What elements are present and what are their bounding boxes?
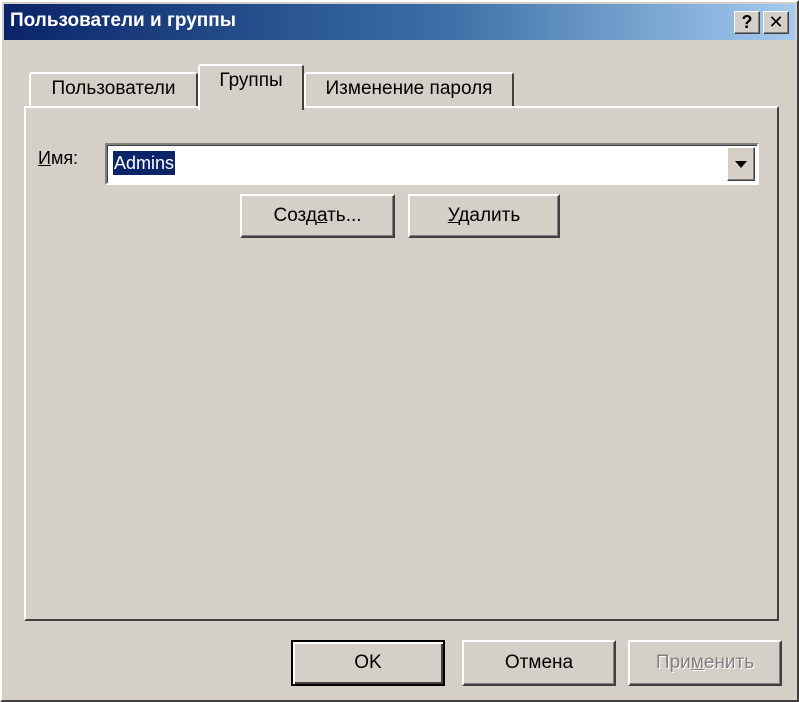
tab-groups[interactable]: Группы: [198, 64, 304, 110]
cancel-button[interactable]: Отмена: [462, 640, 616, 686]
delete-label-accel: У: [447, 205, 459, 226]
group-name-value[interactable]: Admins: [113, 151, 176, 175]
close-button[interactable]: ✕: [763, 11, 789, 34]
window-title: Пользователи и группы: [10, 10, 236, 31]
users-groups-dialog: Пользователи и группы ? ✕ Пользователи Г…: [0, 0, 799, 702]
group-name-label-accel: И: [38, 148, 51, 168]
create-label-post: ть...: [327, 205, 362, 226]
group-name-label: Имя:: [38, 148, 78, 169]
group-name-combobox[interactable]: Admins: [105, 143, 759, 185]
apply-label-pre: При: [655, 652, 691, 673]
chevron-down-icon: [735, 161, 747, 168]
close-icon: ✕: [768, 12, 784, 32]
delete-group-button[interactable]: Удалить: [408, 194, 560, 238]
group-name-label-rest: мя:: [50, 148, 79, 168]
help-icon: ?: [741, 12, 753, 32]
tab-users[interactable]: Пользователи: [29, 72, 198, 108]
group-name-dropdown-button[interactable]: [727, 147, 755, 181]
tab-change-password[interactable]: Изменение пароля: [304, 72, 514, 108]
delete-label-post: далить: [458, 205, 521, 226]
title-bar[interactable]: Пользователи и группы ? ✕: [4, 4, 795, 40]
apply-label-accel: м: [690, 652, 704, 673]
create-label-pre: Созд: [273, 205, 317, 226]
create-label-accel: а: [316, 205, 328, 226]
apply-button[interactable]: Применить: [628, 640, 782, 686]
create-group-button[interactable]: Создать...: [240, 194, 395, 238]
help-button[interactable]: ?: [734, 11, 760, 34]
ok-button[interactable]: OK: [291, 640, 445, 686]
apply-label-post: енить: [703, 652, 755, 673]
